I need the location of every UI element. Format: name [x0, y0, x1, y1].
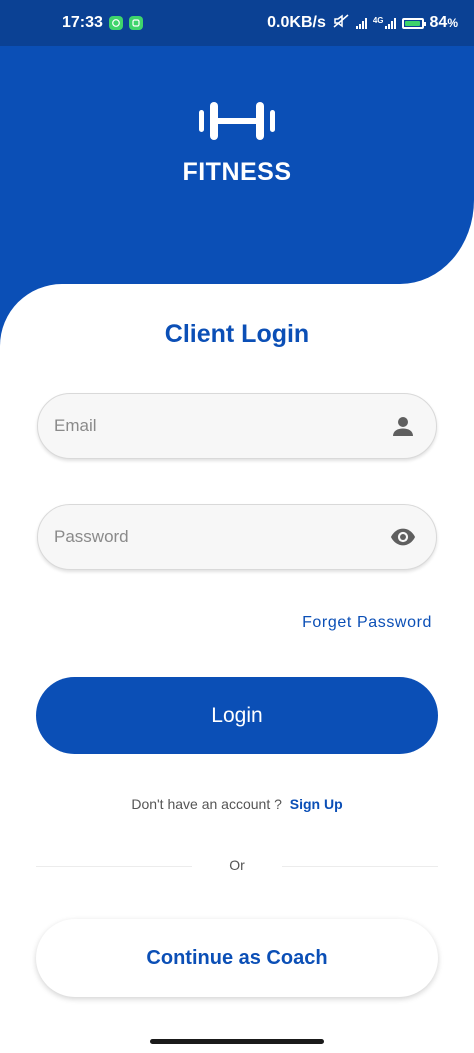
sign-up-link[interactable]: Sign Up: [290, 796, 343, 812]
network-type: 4G: [372, 16, 384, 25]
mute-icon: [332, 13, 350, 34]
eye-icon[interactable]: [390, 524, 416, 550]
battery-level: 84%: [430, 14, 458, 32]
signal-4g-icon: 4G: [373, 17, 396, 29]
divider-right: [282, 866, 438, 867]
password-field[interactable]: [37, 504, 437, 570]
network-speed: 0.0KB/s: [267, 14, 326, 31]
email-input[interactable]: [52, 415, 390, 437]
no-account-text: Don't have an account ?: [131, 796, 282, 812]
whatsapp-icon: [108, 16, 123, 30]
battery-percent-sign: %: [447, 16, 458, 30]
battery-icon: [401, 17, 426, 29]
login-screen: 17:33 0.0KB/s 4G 84% FITNESS Client Logi…: [0, 0, 474, 1053]
status-bar: 17:33 0.0KB/s 4G 84%: [0, 0, 474, 46]
signal-icon: [355, 17, 367, 29]
or-text: Or: [229, 857, 245, 873]
signup-row: Don't have an account ? Sign Up: [0, 796, 474, 812]
notification-app-icon: [128, 16, 143, 30]
person-icon: [390, 413, 416, 439]
status-left: 17:33: [62, 14, 143, 32]
battery-percent: 84: [429, 14, 448, 31]
status-time: 17:33: [62, 14, 103, 31]
home-indicator[interactable]: [150, 1039, 324, 1044]
email-field[interactable]: [37, 393, 437, 459]
password-input[interactable]: [52, 526, 390, 548]
status-right: 0.0KB/s 4G 84%: [267, 13, 458, 34]
page-title: Client Login: [164, 320, 310, 348]
brand-name: FITNESS: [182, 158, 292, 186]
dumbbell-icon: [199, 102, 275, 140]
forget-password-link[interactable]: Forget Password: [302, 614, 432, 632]
header-curve-decoration: [400, 200, 474, 284]
login-button[interactable]: Login: [36, 677, 438, 754]
continue-as-coach-button[interactable]: Continue as Coach: [36, 919, 438, 997]
